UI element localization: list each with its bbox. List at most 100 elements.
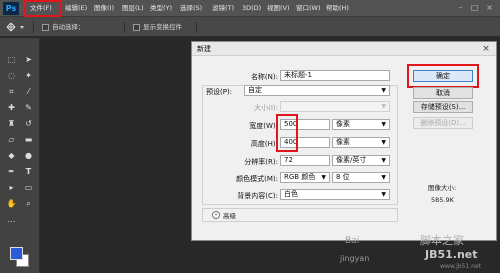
maximize-icon[interactable]: □ [470, 2, 479, 13]
auto-select-checkbox[interactable] [42, 24, 49, 31]
magic-wand-icon[interactable]: ✦ [23, 70, 34, 81]
dialog-title-bar[interactable]: 新建 × [192, 42, 496, 56]
eyedropper-icon[interactable]: ⁄ [23, 86, 34, 97]
options-bar: 自动选择： 显示变换控件 [0, 17, 500, 37]
stamp-tool-icon[interactable]: ♜ [6, 118, 17, 129]
minimize-icon[interactable]: – [456, 2, 465, 13]
width-label: 宽度(W): [249, 122, 278, 130]
preset-value: 自定 [248, 86, 262, 94]
delete-preset-button: 删除预设(D)... [413, 117, 473, 129]
options-divider [196, 21, 197, 33]
menu-type[interactable]: 类型(Y) [150, 0, 172, 17]
dialog-title: 新建 [197, 45, 211, 53]
menu-view[interactable]: 视图(V) [267, 0, 290, 17]
save-preset-button[interactable]: 存储预设(S)... [413, 101, 473, 113]
highlight-ok-button [407, 64, 479, 88]
background-value: 白色 [284, 190, 298, 198]
background-label: 背景内容(C): [237, 192, 278, 200]
highlight-width-height [276, 114, 298, 152]
preset-label: 预设(P): [206, 88, 233, 96]
menu-help[interactable]: 帮助(H) [326, 0, 349, 17]
height-unit-select[interactable]: 像素 ▼ [332, 137, 390, 148]
close-window-icon[interactable]: × [485, 2, 494, 13]
gradient-tool-icon[interactable]: ▬ [23, 134, 34, 145]
blur-tool-icon[interactable]: ◆ [6, 150, 17, 161]
jingyan-watermark: jingyan [340, 254, 370, 263]
show-transform-label: 显示变换控件 [143, 23, 182, 31]
preset-select[interactable]: 自定 ▼ [244, 85, 390, 96]
show-transform-checkbox[interactable] [133, 24, 140, 31]
chevron-down-icon: ▼ [381, 157, 386, 164]
name-input[interactable]: 未标题-1 [280, 70, 390, 81]
background-select[interactable]: 白色 ▼ [280, 189, 390, 200]
menu-3d[interactable]: 3D(D) [242, 0, 261, 17]
eraser-tool-icon[interactable]: ▱ [6, 134, 17, 145]
brush-tool-icon[interactable]: ✎ [23, 102, 34, 113]
tools-panel: ⬚ ➤ ◌ ✦ ⌗ ⁄ ✚ ✎ ♜ ↺ ▱ ▬ ◆ ● ✒ T ▸ ▭ ✋ ⌕ … [0, 38, 40, 273]
menu-edit[interactable]: 编辑(E) [65, 0, 87, 17]
size-select: ▼ [280, 101, 390, 112]
photoshop-logo: Ps [3, 2, 19, 15]
menu-select[interactable]: 选择(S) [180, 0, 202, 17]
width-unit-select[interactable]: 像素 ▼ [332, 119, 390, 130]
pen-tool-icon[interactable]: ✒ [6, 166, 17, 177]
options-divider [124, 21, 125, 33]
size-label: 大小(I): [254, 104, 278, 112]
chevron-down-icon: ▼ [381, 139, 386, 146]
shape-tool-icon[interactable]: ▭ [23, 182, 34, 193]
foreground-color-swatch[interactable] [10, 247, 23, 260]
height-unit-value: 像素 [336, 138, 350, 146]
advanced-label: 高级 [223, 212, 236, 220]
auto-select-label: 自动选择： [52, 23, 85, 31]
name-label: 名称(N): [250, 73, 278, 81]
zoom-tool-icon[interactable]: ⌕ [23, 198, 34, 209]
chevron-down-icon: ▼ [321, 174, 326, 181]
menu-bar: Ps 文件(F) 编辑(E) 图像(I) 图层(L) 类型(Y) 选择(S) 滤… [0, 0, 500, 17]
more-tools-icon[interactable]: … [6, 214, 17, 225]
site-watermark-cn: 脚本之家 [420, 234, 464, 247]
new-document-dialog: 新建 × 名称(N): 未标题-1 预设(P): 自定 ▼ 大小(I): ▼ 宽… [191, 41, 497, 241]
move-tool-icon [6, 22, 24, 32]
image-size-value: 585.9K [431, 196, 454, 204]
chevron-down-icon: ▼ [381, 191, 386, 198]
history-brush-icon[interactable]: ↺ [23, 118, 34, 129]
bit-depth-value: 8 位 [336, 173, 350, 181]
resolution-label: 分辨率(R): [244, 158, 278, 166]
cancel-button[interactable]: 取消 [413, 87, 473, 99]
menu-layer[interactable]: 图层(L) [122, 0, 144, 17]
move-tool-preset-picker[interactable] [6, 22, 28, 32]
menu-window[interactable]: 窗口(W) [296, 0, 321, 17]
expand-advanced-icon[interactable]: » [212, 211, 220, 219]
resolution-unit-select[interactable]: 像素/英寸 ▼ [332, 155, 390, 166]
chevron-down-icon: ▼ [381, 103, 386, 110]
resolution-input[interactable]: 72 [280, 155, 330, 166]
menu-filter[interactable]: 滤镜(T) [212, 0, 234, 17]
resolution-unit-value: 像素/英寸 [336, 156, 367, 164]
highlight-menu-file [24, 0, 61, 17]
path-select-icon[interactable]: ▸ [6, 182, 17, 193]
hand-tool-icon[interactable]: ✋ [6, 198, 17, 209]
baidu-watermark: Bai [345, 236, 360, 246]
color-mode-label: 颜色模式(M): [236, 175, 278, 183]
dodge-tool-icon[interactable]: ● [23, 150, 34, 161]
move-arrow-icon[interactable]: ➤ [23, 54, 34, 65]
bit-depth-select[interactable]: 8 位 ▼ [332, 172, 390, 183]
site-watermark-jb51: JB51.net [425, 248, 478, 261]
width-unit-value: 像素 [336, 120, 350, 128]
dialog-close-icon[interactable]: × [479, 43, 493, 55]
healing-brush-icon[interactable]: ✚ [6, 102, 17, 113]
site-watermark-url: www.jb51.net [440, 263, 481, 270]
menu-image[interactable]: 图像(I) [94, 0, 114, 17]
lasso-tool-icon[interactable]: ◌ [6, 70, 17, 81]
chevron-down-icon: ▼ [381, 174, 386, 181]
chevron-down-icon: ▼ [381, 87, 386, 94]
color-mode-value: RGB 颜色 [284, 173, 316, 181]
marquee-tool-icon[interactable]: ⬚ [6, 54, 17, 65]
color-mode-select[interactable]: RGB 颜色 ▼ [280, 172, 330, 183]
image-size-label: 图像大小: [428, 184, 457, 192]
crop-tool-icon[interactable]: ⌗ [6, 86, 17, 97]
chevron-down-icon: ▼ [381, 121, 386, 128]
height-label: 高度(H): [250, 140, 278, 148]
options-divider [33, 21, 34, 33]
type-tool-icon[interactable]: T [23, 166, 34, 177]
